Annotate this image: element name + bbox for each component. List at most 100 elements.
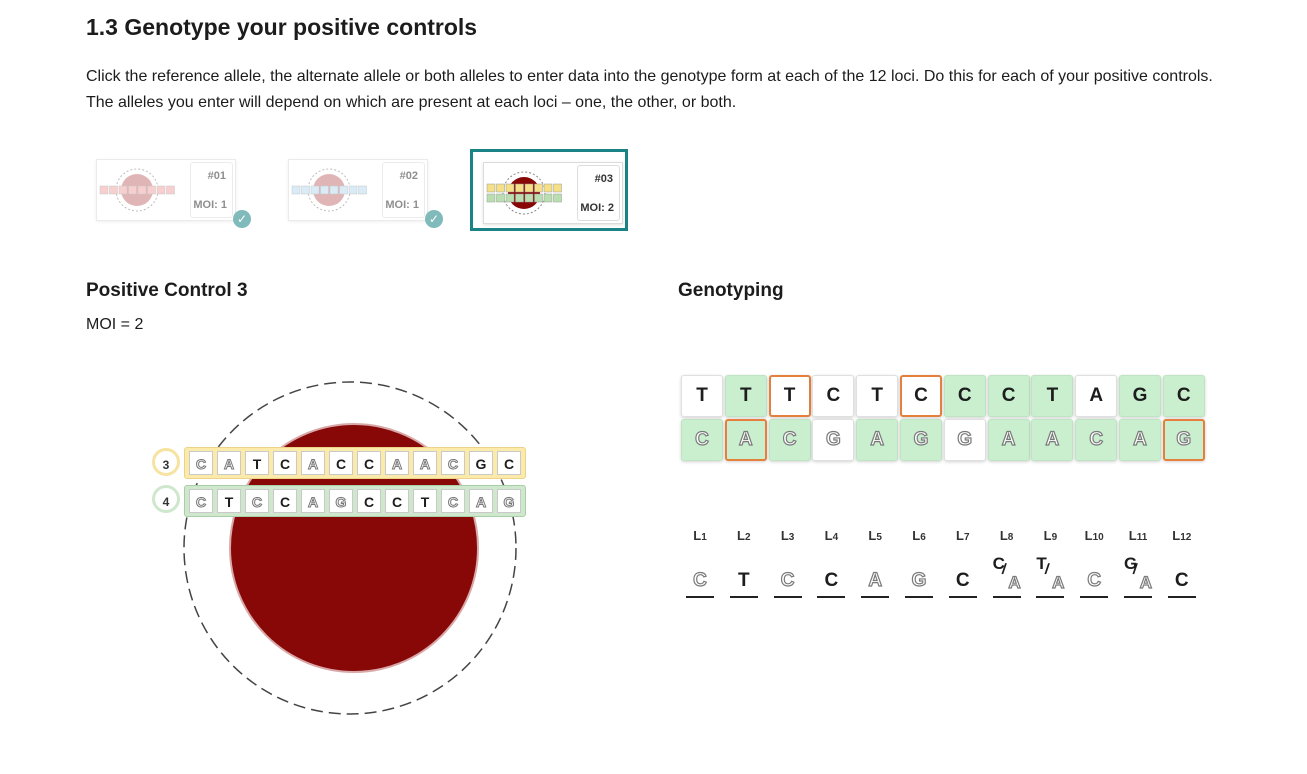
check-icon: ✓	[233, 210, 251, 228]
genotype-call-L4[interactable]: C	[817, 556, 846, 598]
genotype-call-L11[interactable]: G / A	[1124, 554, 1153, 598]
genotype-call-L2[interactable]: T	[729, 556, 758, 598]
genotyping-heading: Genotyping	[678, 280, 784, 301]
alt-allele-L3[interactable]: C	[768, 419, 811, 461]
locus-label-6: L6	[912, 528, 926, 543]
locus-label-number: 11	[1136, 532, 1148, 543]
genotype-allele: C	[693, 569, 708, 591]
alt-allele-L5[interactable]: A	[856, 419, 899, 461]
sample-card: #01 MOI: 1 ✓	[96, 159, 251, 228]
base-cell: A	[301, 489, 325, 513]
locus-label-number: 10	[1092, 532, 1104, 543]
genotype-call-L6[interactable]: G	[905, 556, 933, 598]
locus-label-3: L3	[780, 528, 795, 543]
sample-cell-icon	[291, 168, 367, 212]
base-cell: C	[273, 451, 297, 475]
locus-label-5: L5	[868, 528, 882, 543]
genotype-call-L9[interactable]: T / A	[1036, 554, 1065, 598]
locus-label-number: 1	[701, 532, 707, 543]
genotype-allele: C	[1174, 570, 1189, 591]
sample-thumbnail-1[interactable]: #01 MOI: 1 ✓	[86, 149, 251, 231]
genotype-call-L3[interactable]: C	[773, 556, 802, 598]
base-cell: A	[385, 451, 409, 475]
base-cell: A	[469, 489, 493, 513]
page-title: 1.3 Genotype your positive controls	[86, 14, 478, 40]
genotype-allele: C	[780, 569, 795, 591]
genotype-allele-second: A	[1051, 572, 1065, 592]
base-cell: C	[189, 489, 213, 513]
genotype-call-L7[interactable]: C	[948, 556, 977, 598]
locus-label-number: 4	[832, 532, 839, 543]
alt-allele-L2[interactable]: A	[724, 419, 767, 461]
sample-number: #03	[594, 173, 613, 185]
alt-allele-L7[interactable]: G	[943, 419, 986, 461]
genotype-call-L5[interactable]: A	[861, 556, 890, 598]
ref-allele-L10[interactable]: A	[1075, 375, 1118, 417]
locus-label-number: 12	[1180, 532, 1192, 543]
ref-allele-L7[interactable]: C	[943, 375, 986, 417]
base-cell: G	[469, 451, 493, 475]
base-cell: C	[329, 451, 353, 475]
base-cell: C	[357, 489, 381, 513]
ref-allele-L11[interactable]: G	[1119, 375, 1161, 417]
sample-cell-icon	[99, 168, 175, 212]
sample-card: #02 MOI: 1 ✓	[288, 159, 443, 228]
alt-allele-L1[interactable]: C	[681, 419, 723, 461]
alt-allele-L4[interactable]: G	[812, 419, 855, 461]
alt-allele-L8[interactable]: A	[987, 419, 1030, 461]
base-cell: C	[273, 489, 297, 513]
ref-allele-L2[interactable]: T	[724, 375, 767, 417]
genotype-call-L1[interactable]: C	[686, 556, 714, 598]
genotype-allele: C	[955, 570, 970, 591]
ref-allele-L1[interactable]: T	[681, 375, 723, 417]
sample-thumbnail-2[interactable]: #02 MOI: 1 ✓	[278, 149, 443, 231]
alt-allele-L11[interactable]: A	[1119, 419, 1161, 461]
locus-label-7: L7	[956, 528, 970, 543]
genotype-call-L12[interactable]: C	[1167, 556, 1196, 598]
chromosome-badge-3: 3	[152, 448, 180, 476]
locus-label-12: L12	[1172, 528, 1192, 543]
base-cell: A	[301, 451, 325, 475]
base-cell: T	[413, 489, 437, 513]
ref-allele-L9[interactable]: T	[1031, 375, 1074, 417]
sample-info: #02 MOI: 1	[382, 162, 425, 218]
locus-label-number: 9	[1051, 532, 1058, 543]
sample-number: #02	[399, 170, 418, 182]
genotype-call-L8[interactable]: C / A	[992, 554, 1022, 598]
locus-label-1: L1	[693, 528, 707, 543]
base-cell: G	[497, 489, 521, 513]
locus-label-10: L10	[1084, 528, 1104, 543]
alt-allele-L12[interactable]: G	[1162, 419, 1205, 461]
genotype-allele: C	[1087, 569, 1102, 591]
sample-thumbnail-3[interactable]: #03 MOI: 2	[470, 149, 628, 231]
ref-allele-L3[interactable]: T	[768, 375, 811, 417]
base-cell: C	[245, 489, 269, 513]
locus-label-8: L8	[999, 528, 1014, 543]
base-cell: C	[189, 451, 213, 475]
ref-allele-L6[interactable]: C	[900, 375, 942, 417]
base-cell: C	[357, 451, 381, 475]
sample-info: #01 MOI: 1	[190, 162, 233, 218]
chromosome-strand-3: CATCACCAACGC	[184, 447, 526, 479]
divider-slash: /	[1131, 560, 1139, 579]
locus-label-number: 6	[920, 532, 926, 543]
genotype-call-L10[interactable]: C	[1080, 556, 1109, 598]
base-cell: C	[441, 489, 465, 513]
alt-allele-L9[interactable]: A	[1031, 419, 1074, 461]
genotype-allele: A	[868, 569, 883, 591]
ref-allele-L4[interactable]: C	[812, 375, 855, 417]
base-cell: C	[497, 451, 521, 475]
alt-allele-L6[interactable]: G	[900, 419, 942, 461]
cell-diagram	[183, 381, 517, 715]
ref-allele-L12[interactable]: C	[1162, 375, 1205, 417]
alt-allele-L10[interactable]: C	[1075, 419, 1118, 461]
sample-info: #03 MOI: 2	[577, 165, 620, 221]
base-cell: A	[413, 451, 437, 475]
ref-allele-L8[interactable]: C	[987, 375, 1030, 417]
genotype-allele-second: A	[1008, 572, 1022, 592]
ref-allele-L5[interactable]: T	[856, 375, 899, 417]
locus-label-number: 3	[788, 532, 795, 543]
chromosome-strand-4: CTCCAGCCTCAG	[184, 485, 526, 517]
base-cell: A	[217, 451, 241, 475]
sample-number: #01	[207, 170, 226, 182]
